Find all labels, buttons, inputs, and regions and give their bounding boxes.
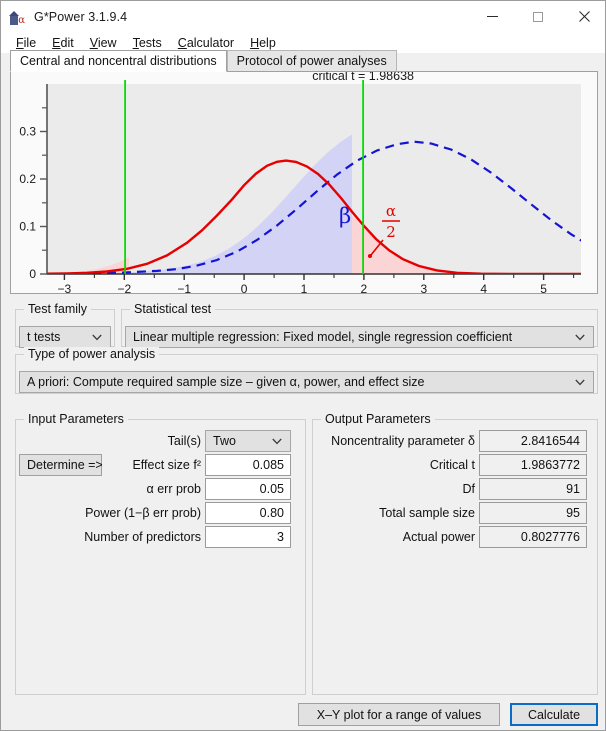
menu-file[interactable]: File xyxy=(8,35,44,51)
df-label: Df xyxy=(462,482,476,496)
menu-tests[interactable]: Tests xyxy=(125,35,170,51)
distribution-plot[interactable]: 0 0.1 0.2 0.3 −3 −2 −1 0 1 2 3 4 5 criti… xyxy=(10,71,598,294)
maximize-icon[interactable] xyxy=(515,1,561,32)
noncentrality-parameter-output[interactable]: 2.8416544 xyxy=(479,430,587,452)
tab-label: Central and noncentral distributions xyxy=(20,54,217,68)
power-value: 0.80 xyxy=(259,506,284,520)
x-tick-label: 5 xyxy=(540,282,547,293)
gpower-app-icon: α xyxy=(9,9,25,25)
power-input[interactable]: 0.80 xyxy=(205,502,291,524)
critical-t-annotation: critical t = 1.98638 xyxy=(312,72,414,83)
alpha-err-prob-value: 0.05 xyxy=(259,482,284,496)
calculate-button-label: Calculate xyxy=(527,707,581,722)
calculate-button[interactable]: Calculate xyxy=(510,703,598,726)
output-parameters-title: Output Parameters xyxy=(321,412,435,426)
test-family-title: Test family xyxy=(24,302,92,316)
df-output[interactable]: 91 xyxy=(479,478,587,500)
statistical-test-title: Statistical test xyxy=(130,302,216,316)
chevron-down-icon xyxy=(92,330,102,344)
noncentrality-parameter-label: Noncentrality parameter δ xyxy=(331,434,475,448)
actual-power-value: 0.8027776 xyxy=(520,530,580,544)
x-tick-label: −2 xyxy=(117,282,131,293)
effect-size-value: 0.085 xyxy=(252,458,284,472)
statistical-test-dropdown[interactable]: Linear multiple regression: Fixed model,… xyxy=(125,326,594,348)
title-bar: α G*Power 3.1.9.4 xyxy=(1,1,605,32)
y-tick-label: 0.1 xyxy=(19,220,36,234)
gpower-window: α G*Power 3.1.9.4 File Edit View Tests C… xyxy=(0,0,606,731)
power-analysis-type-title: Type of power analysis xyxy=(24,347,160,361)
alpha-err-prob-label: α err prob xyxy=(146,482,201,496)
x-tick-label: 0 xyxy=(241,282,248,293)
xy-plot-button-label: X–Y plot for a range of values xyxy=(316,707,482,722)
total-sample-size-label: Total sample size xyxy=(379,506,475,520)
total-sample-size-output[interactable]: 95 xyxy=(479,502,587,524)
alpha-annotation: α xyxy=(386,202,396,220)
window-title: G*Power 3.1.9.4 xyxy=(34,9,128,24)
total-sample-size-value: 95 xyxy=(566,506,580,520)
x-tick-label: 3 xyxy=(420,282,427,293)
tab-protocol-of-power-analyses[interactable]: Protocol of power analyses xyxy=(226,50,397,72)
x-tick-label: 1 xyxy=(301,282,308,293)
number-of-predictors-label: Number of predictors xyxy=(84,530,201,544)
tab-label: Protocol of power analyses xyxy=(236,54,387,68)
x-axis-labels: −3 −2 −1 0 1 2 3 4 5 xyxy=(58,282,548,293)
alpha-err-prob-input[interactable]: 0.05 xyxy=(205,478,291,500)
beta-annotation: β xyxy=(339,204,351,228)
critical-t-value: 1.9863772 xyxy=(520,458,580,472)
close-icon[interactable] xyxy=(561,1,605,32)
chevron-down-icon xyxy=(575,375,585,389)
menu-help[interactable]: Help xyxy=(242,35,284,51)
effect-size-input[interactable]: 0.085 xyxy=(205,454,291,476)
window-controls xyxy=(469,1,605,32)
x-tick-label: −3 xyxy=(58,282,72,293)
menu-calculator[interactable]: Calculator xyxy=(170,35,242,51)
noncentrality-parameter-value: 2.8416544 xyxy=(520,434,580,448)
x-tick-label: 2 xyxy=(361,282,368,293)
effect-size-label: Effect size f² xyxy=(132,458,201,472)
chevron-down-icon xyxy=(575,330,585,344)
actual-power-output[interactable]: 0.8027776 xyxy=(479,526,587,548)
tab-central-and-noncentral-distributions[interactable]: Central and noncentral distributions xyxy=(10,50,227,72)
test-family-value: t tests xyxy=(27,330,61,344)
y-tick-label: 0.3 xyxy=(19,125,36,139)
minimize-icon[interactable] xyxy=(469,1,515,32)
menu-view[interactable]: View xyxy=(82,35,125,51)
x-tick-label: −1 xyxy=(177,282,191,293)
tab-strip: Central and noncentral distributions Pro… xyxy=(10,50,598,72)
alpha-denominator: 2 xyxy=(386,223,396,241)
test-family-dropdown[interactable]: t tests xyxy=(19,326,111,348)
number-of-predictors-value: 3 xyxy=(277,530,284,544)
menu-edit[interactable]: Edit xyxy=(44,35,82,51)
statistical-test-value: Linear multiple regression: Fixed model,… xyxy=(133,330,513,344)
y-axis-labels: 0 0.1 0.2 0.3 xyxy=(19,125,36,282)
power-label: Power (1−β err prob) xyxy=(85,506,201,520)
number-of-predictors-input[interactable]: 3 xyxy=(205,526,291,548)
df-value: 91 xyxy=(566,482,580,496)
distribution-plot-svg: 0 0.1 0.2 0.3 −3 −2 −1 0 1 2 3 4 5 criti… xyxy=(19,72,581,293)
chevron-down-icon xyxy=(272,434,282,448)
xy-plot-button[interactable]: X–Y plot for a range of values xyxy=(298,703,500,726)
y-tick-label: 0 xyxy=(29,267,36,281)
y-tick-label: 0.2 xyxy=(19,172,36,186)
power-analysis-type-dropdown[interactable]: A priori: Compute required sample size –… xyxy=(19,371,594,393)
tails-label: Tail(s) xyxy=(167,434,201,448)
x-axis-ticks xyxy=(63,274,545,280)
x-tick-label: 4 xyxy=(480,282,487,293)
critical-t-output[interactable]: 1.9863772 xyxy=(479,454,587,476)
actual-power-label: Actual power xyxy=(402,530,475,544)
alpha-leader-dot xyxy=(368,254,372,258)
critical-t-label: Critical t xyxy=(429,458,475,472)
tails-dropdown[interactable]: Two xyxy=(205,430,291,452)
power-analysis-type-value: A priori: Compute required sample size –… xyxy=(27,375,425,389)
input-parameters-title: Input Parameters xyxy=(24,412,128,426)
tails-value: Two xyxy=(213,434,236,448)
